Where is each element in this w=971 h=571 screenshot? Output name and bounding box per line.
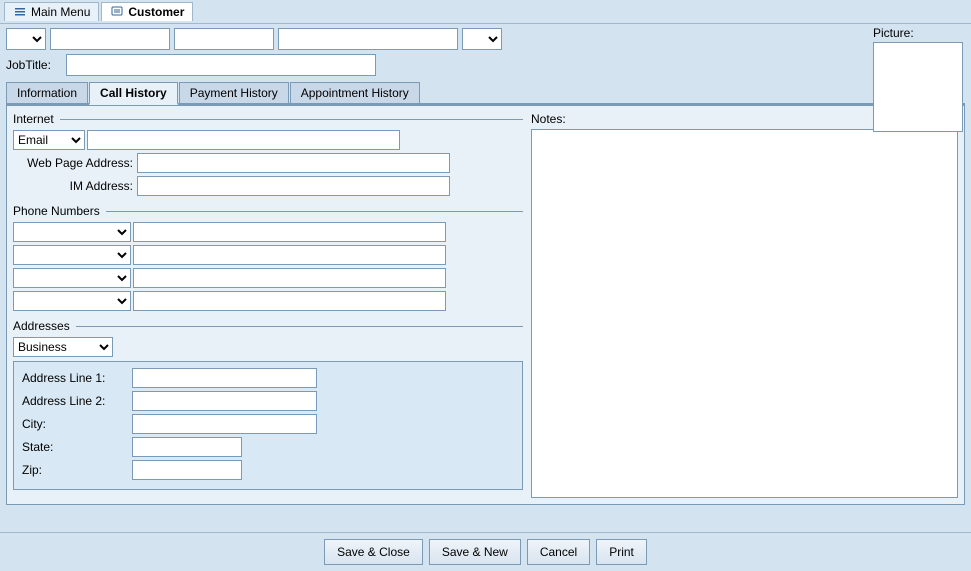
phone-type-1[interactable] [13,222,131,242]
tab-payment-history[interactable]: Payment History [179,82,289,103]
addr-state-row: State: [22,437,514,457]
phone-row-2 [13,245,523,265]
customer-icon [110,5,124,19]
middle-name-input[interactable] [174,28,274,50]
phone-row-4 [13,291,523,311]
tab-payment-history-label: Payment History [190,86,278,100]
suffix-select[interactable]: Jr. Sr. III [462,28,502,50]
phone-header: Phone Numbers [13,204,523,218]
print-button[interactable]: Print [596,539,647,565]
tab-appointment-history[interactable]: Appointment History [290,82,420,103]
first-name-input[interactable] [50,28,170,50]
web-input[interactable] [137,153,450,173]
phone-input-3[interactable] [133,268,446,288]
customer-tab-label: Customer [128,5,184,19]
main-menu-tab[interactable]: Main Menu [4,2,99,21]
phone-label: Phone Numbers [13,204,100,218]
customer-tab[interactable]: Customer [101,2,193,21]
im-label: IM Address: [13,179,133,193]
phone-type-2[interactable] [13,245,131,265]
phone-input-4[interactable] [133,291,446,311]
name-row: Mr. Ms. Dr. Jr. Sr. III [6,28,965,50]
web-row: Web Page Address: [13,153,523,173]
main-menu-icon [13,5,27,19]
left-panel: Internet Email Web Page Address: [13,112,523,498]
tab-appointment-history-label: Appointment History [301,86,409,100]
addresses-label: Addresses [13,319,70,333]
phone-divider [106,211,523,212]
jobtitle-label: JobTitle: [6,58,66,72]
tab-information-label: Information [17,86,77,100]
addr-city-label: City: [22,417,132,431]
jobtitle-input[interactable] [66,54,376,76]
phone-row-3 [13,268,523,288]
bottom-bar: Save & Close Save & New Cancel Print [0,532,971,571]
phone-input-2[interactable] [133,245,446,265]
tab-call-history-label: Call History [100,86,167,100]
phone-row-1 [13,222,523,242]
content-area: Internet Email Web Page Address: [6,105,965,505]
phone-section: Phone Numbers [13,204,523,311]
addr-line1-label: Address Line 1: [22,371,132,385]
internet-label: Internet [13,112,54,126]
addr-zip-input[interactable] [132,460,242,480]
email-row: Email [13,130,523,150]
app-window: Main Menu Customer Mr. Ms. Dr. [0,0,971,571]
addr-line2-row: Address Line 2: [22,391,514,411]
tabs-bar: Information Call History Payment History… [6,82,965,105]
addresses-divider [76,326,523,327]
last-name-input[interactable] [278,28,458,50]
addr-line1-input[interactable] [132,368,317,388]
picture-area: Picture: [873,26,963,132]
prefix-select[interactable]: Mr. Ms. Dr. [6,28,46,50]
addr-state-input[interactable] [132,437,242,457]
tab-call-history[interactable]: Call History [89,82,178,105]
addr-type-row: Business Home Other [13,337,523,357]
form-body: Mr. Ms. Dr. Jr. Sr. III JobTitle: Pictur… [0,24,971,571]
cancel-button[interactable]: Cancel [527,539,590,565]
main-menu-label: Main Menu [31,5,90,19]
notes-textarea[interactable] [531,129,958,498]
addresses-section: Addresses Business Home Other Address Li… [13,319,523,490]
im-input[interactable] [137,176,450,196]
email-type-select[interactable]: Email [13,130,85,150]
save-new-button[interactable]: Save & New [429,539,521,565]
addr-zip-label: Zip: [22,463,132,477]
internet-header: Internet [13,112,523,126]
addr-type-select[interactable]: Business Home Other [13,337,113,357]
save-close-button[interactable]: Save & Close [324,539,423,565]
phone-input-1[interactable] [133,222,446,242]
addr-zip-row: Zip: [22,460,514,480]
im-row: IM Address: [13,176,523,196]
title-bar: Main Menu Customer [0,0,971,24]
addr-city-row: City: [22,414,514,434]
internet-divider [60,119,523,120]
web-label: Web Page Address: [13,156,133,170]
addr-line2-input[interactable] [132,391,317,411]
phone-type-4[interactable] [13,291,131,311]
phone-type-3[interactable] [13,268,131,288]
tab-information[interactable]: Information [6,82,88,103]
right-panel: Notes: [531,112,958,498]
jobtitle-row: JobTitle: [6,54,965,76]
addr-line1-row: Address Line 1: [22,368,514,388]
addr-box: Address Line 1: Address Line 2: City: [13,361,523,490]
email-input[interactable] [87,130,400,150]
picture-box [873,42,963,132]
addresses-header: Addresses [13,319,523,333]
addr-city-input[interactable] [132,414,317,434]
picture-label: Picture: [873,26,963,40]
addr-state-label: State: [22,440,132,454]
addr-line2-label: Address Line 2: [22,394,132,408]
internet-section: Internet Email Web Page Address: [13,112,523,196]
